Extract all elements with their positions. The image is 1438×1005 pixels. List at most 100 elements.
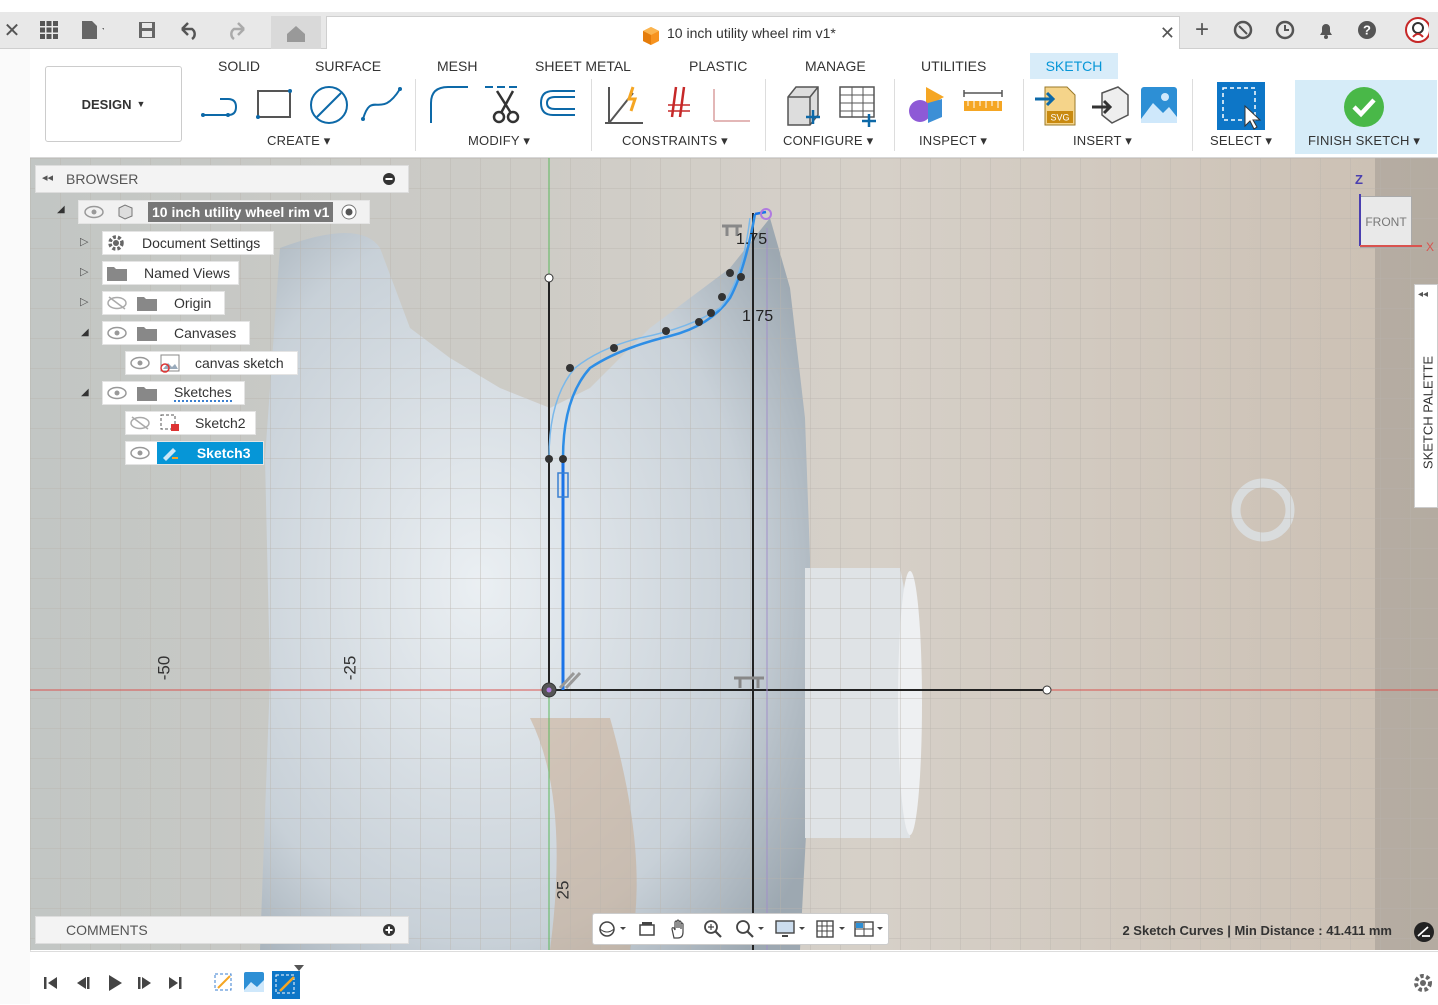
dimension-top-value[interactable]: 1.75 <box>736 231 767 249</box>
tab-surface[interactable]: SURFACE <box>315 58 381 74</box>
activate-radio-icon[interactable] <box>341 204 357 220</box>
save-icon[interactable] <box>135 18 159 42</box>
spline-tool-icon[interactable] <box>360 85 404 125</box>
configure-group-label[interactable]: CONFIGURE ▾ <box>783 133 873 149</box>
collapse-arrow-icon[interactable]: ◢ <box>81 327 89 338</box>
display-settings-icon[interactable] <box>774 919 808 939</box>
document-tab[interactable]: 10 inch utility wheel rim v1* ✕ <box>326 16 1180 50</box>
insert-canvas-image-icon[interactable] <box>1137 83 1181 127</box>
tab-sheet-metal[interactable]: SHEET METAL <box>535 58 631 74</box>
line-endpoint[interactable] <box>544 273 554 283</box>
step-forward-icon[interactable] <box>136 974 154 992</box>
user-avatar-icon[interactable] <box>1405 17 1429 43</box>
expand-palette-icon[interactable]: ◂◂ <box>1418 289 1428 300</box>
configurations-table-icon[interactable] <box>836 83 880 127</box>
browser-header[interactable]: ◂◂ BROWSER <box>35 165 409 193</box>
viewports-icon[interactable] <box>853 919 887 939</box>
file-menu-icon[interactable] <box>80 18 104 42</box>
select-tool-icon[interactable] <box>1215 80 1267 132</box>
visibility-eye-icon[interactable] <box>84 204 104 220</box>
tab-solid[interactable]: SOLID <box>218 58 260 74</box>
help-icon[interactable]: ? <box>1355 18 1379 42</box>
auto-constrain-icon[interactable] <box>603 83 649 127</box>
tab-mesh[interactable]: MESH <box>437 58 477 74</box>
fillet-tool-icon[interactable] <box>428 83 472 127</box>
go-to-start-icon[interactable] <box>42 974 60 992</box>
modify-group-label[interactable]: MODIFY ▾ <box>468 133 530 149</box>
line-endpoint[interactable] <box>1042 685 1052 695</box>
browser-root-node[interactable]: 10 inch utility wheel rim v1 <box>78 200 370 224</box>
browser-item-sketch2[interactable]: Sketch2 <box>125 411 256 435</box>
comments-panel-header[interactable]: COMMENTS <box>35 916 409 944</box>
interference-inspect-icon[interactable] <box>906 83 950 127</box>
visibility-eye-icon[interactable] <box>129 355 151 371</box>
pan-hand-icon[interactable] <box>668 918 690 940</box>
notifications-bell-icon[interactable] <box>1314 18 1338 42</box>
home-tab[interactable] <box>271 16 321 49</box>
sketch-palette-tab[interactable]: ◂◂ SKETCH PALETTE <box>1414 284 1438 508</box>
collapse-arrow-icon[interactable]: ◢ <box>81 387 89 398</box>
canvas-viewport[interactable]: 1.75 1.75 -50 -25 25 Z FRONT X ◂◂ SKETCH… <box>30 158 1438 950</box>
expand-arrow-icon[interactable]: ▷ <box>80 235 88 248</box>
add-comment-icon[interactable] <box>382 923 396 937</box>
data-panel-grid-icon[interactable] <box>37 18 61 42</box>
zoom-icon[interactable] <box>702 918 724 940</box>
dimension-right-value[interactable]: 1.75 <box>742 308 773 326</box>
status-indicator-icon[interactable] <box>1413 921 1435 943</box>
create-group-label[interactable]: CREATE ▾ <box>267 133 331 149</box>
job-status-icon[interactable] <box>1273 18 1297 42</box>
visibility-eye-icon[interactable] <box>129 445 151 461</box>
coincident-constraint-icon[interactable] <box>710 85 754 125</box>
browser-item-sketches[interactable]: Sketches <box>102 381 245 405</box>
go-to-end-icon[interactable] <box>166 974 184 992</box>
parallel-constraint-icon[interactable] <box>666 85 696 125</box>
insert-group-label[interactable]: INSERT ▾ <box>1073 133 1132 149</box>
insert-svg-icon[interactable]: SVG <box>1033 83 1077 129</box>
view-cube[interactable]: Z FRONT X <box>1350 172 1434 254</box>
browser-item-document-settings[interactable]: Document Settings <box>102 231 274 255</box>
close-tab-icon[interactable]: ✕ <box>1160 23 1175 44</box>
workspace-switcher-button[interactable]: DESIGN ▼ <box>45 66 182 142</box>
constraints-group-label[interactable]: CONSTRAINTS ▾ <box>622 133 728 149</box>
measure-ruler-icon[interactable] <box>962 89 1006 119</box>
look-at-icon[interactable] <box>637 919 657 939</box>
visibility-eye-icon[interactable] <box>106 325 128 341</box>
timeline-sketch-icon[interactable] <box>212 970 236 994</box>
tab-manage[interactable]: MANAGE <box>805 58 866 74</box>
browser-item-origin[interactable]: Origin <box>102 291 225 315</box>
expand-arrow-icon[interactable]: ▷ <box>80 295 88 308</box>
collapse-browser-icon[interactable]: ◂◂ <box>42 171 53 184</box>
step-back-icon[interactable] <box>74 974 92 992</box>
hidden-eye-icon[interactable] <box>129 415 151 431</box>
settings-gear-icon[interactable] <box>1412 972 1434 994</box>
offset-tool-icon[interactable] <box>535 85 579 125</box>
collapse-root-arrow-icon[interactable]: ◢ <box>57 204 65 215</box>
new-tab-icon[interactable]: + <box>1190 16 1214 43</box>
visibility-eye-icon[interactable] <box>106 385 128 401</box>
line-tool-icon[interactable] <box>200 85 242 125</box>
circle-tool-icon[interactable] <box>307 83 351 127</box>
grid-snaps-icon[interactable] <box>815 919 849 939</box>
fit-zoom-icon[interactable] <box>734 918 766 940</box>
tab-sketch-highlight[interactable]: SKETCH <box>1030 53 1118 79</box>
extensions-icon[interactable] <box>1231 18 1255 42</box>
trim-scissors-icon[interactable] <box>483 83 527 127</box>
inspect-group-label[interactable]: INSPECT ▾ <box>919 133 987 149</box>
expand-arrow-icon[interactable]: ▷ <box>80 265 88 278</box>
browser-minimize-icon[interactable] <box>382 172 396 186</box>
tab-plastic[interactable]: PLASTIC <box>689 58 747 74</box>
insert-mesh-icon[interactable] <box>1088 83 1132 127</box>
close-app-icon[interactable]: ✕ <box>0 18 24 42</box>
browser-item-sketch3[interactable]: Sketch3 <box>125 441 264 465</box>
orbit-icon[interactable] <box>597 919 629 939</box>
browser-item-canvases[interactable]: Canvases <box>102 321 250 345</box>
tab-utilities[interactable]: UTILITIES <box>921 58 986 74</box>
change-parameters-icon[interactable] <box>782 83 826 127</box>
hidden-eye-icon[interactable] <box>106 295 128 311</box>
timeline-canvas-icon[interactable] <box>242 970 266 994</box>
play-icon[interactable] <box>105 973 125 993</box>
rectangle-tool-icon[interactable] <box>254 85 296 125</box>
undo-icon[interactable] <box>178 18 202 42</box>
browser-item-canvas-sketch[interactable]: canvas sketch <box>125 351 298 375</box>
select-group-label[interactable]: SELECT ▾ <box>1210 133 1272 149</box>
